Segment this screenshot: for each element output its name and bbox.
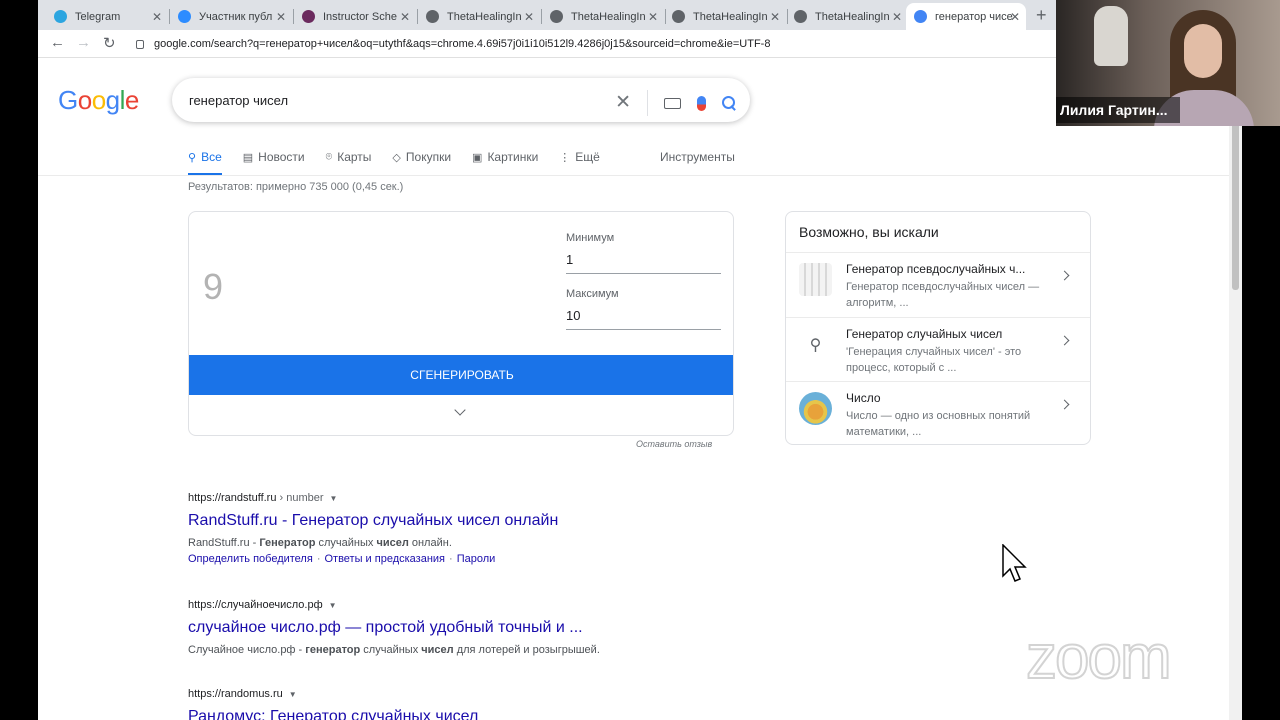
close-icon[interactable]: ✕ — [1010, 10, 1020, 24]
pin-icon: ⌾ — [325, 150, 333, 163]
tab-more[interactable]: ⋮ Ещё — [559, 142, 600, 172]
related-item[interactable]: Генератор псевдослучайных ч... Генератор… — [786, 253, 1090, 317]
address-bar[interactable]: google.com/search?q=генератор+чисел&oq=u… — [130, 33, 1060, 55]
thumbnail-image — [799, 263, 832, 296]
new-tab-icon[interactable]: + — [1036, 5, 1047, 26]
tab-theta-3[interactable]: ThetaHealingIn ✕ — [664, 3, 786, 30]
close-icon[interactable]: ✕ — [152, 10, 162, 24]
google-logo[interactable]: Google — [58, 85, 139, 116]
chevron-right-icon — [1059, 270, 1070, 281]
participant-video: Лилия Гартин... — [1056, 0, 1280, 126]
tab-telegram[interactable]: Telegram ✕ — [46, 3, 168, 30]
min-field[interactable]: Минимум 1 — [566, 232, 721, 274]
result-url[interactable]: https://randstuff.ru › number ▼ — [188, 492, 748, 504]
tab-theta-4[interactable]: ThetaHealingIn ✕ — [786, 3, 908, 30]
random-number-generator: 9 Минимум 1 Максимум 10 СГЕНЕРИРОВАТЬ — [188, 211, 734, 436]
search-result: https://randstuff.ru › number ▼ RandStuff… — [188, 492, 748, 565]
close-icon[interactable]: ✕ — [276, 10, 286, 24]
sitelinks: Определить победителя · Ответы и предсказа… — [188, 553, 496, 565]
back-icon[interactable]: ← — [50, 34, 65, 51]
search-icon: ⚲ — [809, 336, 822, 354]
related-searches-panel: Возможно, вы искали Генератор псевдослуч… — [785, 211, 1091, 445]
tab-images[interactable]: ▣ Картинки — [472, 142, 538, 172]
close-icon[interactable]: ✕ — [648, 10, 658, 24]
site-icon — [302, 10, 315, 23]
statue-image — [1094, 6, 1128, 66]
result-title[interactable]: RandStuff.ru - Генератор случайных чисел… — [188, 512, 748, 530]
reload-icon[interactable]: ↻ — [103, 34, 116, 52]
search-result: https://randomus.ru ▼ Рандомус: Генератор… — [188, 688, 748, 720]
close-icon[interactable]: ✕ — [770, 10, 780, 24]
tab-news[interactable]: ▤ Новости — [243, 142, 305, 172]
globe-icon — [794, 10, 807, 23]
tag-icon: ◇ — [392, 151, 401, 164]
lock-icon — [136, 39, 144, 49]
related-title: Возможно, вы искали — [799, 224, 939, 240]
tab-theta-2[interactable]: ThetaHealingIn ✕ — [542, 3, 664, 30]
feedback-link[interactable]: Оставить отзыв — [636, 439, 712, 449]
globe-icon — [672, 10, 685, 23]
tab-instructor[interactable]: Instructor Sche ✕ — [294, 3, 416, 30]
max-field[interactable]: Максимум 10 — [566, 288, 721, 330]
search-tabs: ⚲ Все ▤ Новости ⌾ Карты ◇ Покупки ▣ Картинки … — [188, 142, 621, 176]
sitelink[interactable]: Определить победителя — [188, 553, 313, 565]
tab-zoom[interactable]: Участник публ ✕ — [170, 3, 292, 30]
keyboard-icon[interactable] — [664, 97, 681, 109]
url-text: google.com/search?q=генератор+чисел&oq=u… — [154, 38, 771, 50]
tab-all[interactable]: ⚲ Все — [188, 142, 222, 176]
close-icon[interactable]: ✕ — [400, 10, 410, 24]
result-url[interactable]: https://randomus.ru ▼ — [188, 688, 748, 700]
result-url[interactable]: https://случайноечисло.рф ▼ — [188, 599, 748, 611]
search-icon: ⚲ — [188, 151, 197, 164]
clear-icon[interactable]: ✕ — [615, 93, 631, 112]
telegram-icon — [54, 10, 67, 23]
tab-theta-1[interactable]: ThetaHealingIn ✕ — [418, 3, 540, 30]
max-input[interactable]: 10 — [566, 308, 721, 330]
search-query: генератор чисел — [189, 92, 289, 108]
google-results-page: Google генератор чисел ✕ ⚲ Все ▤ Новости ⌾… — [38, 58, 1242, 720]
related-item[interactable]: ⚲ Генератор случайных чисел 'Генерация с… — [786, 318, 1090, 382]
search-result: https://случайноечисло.рф ▼ случайное чис… — [188, 599, 748, 656]
image-icon: ▣ — [472, 151, 483, 164]
tools-button[interactable]: Инструменты — [660, 150, 735, 164]
result-snippet: RandStuff.ru - Генератор случайных чисел… — [188, 537, 452, 549]
tab-google-search[interactable]: генератор чисе ✕ — [906, 3, 1026, 30]
google-icon — [914, 10, 927, 23]
globe-icon — [426, 10, 439, 23]
generate-button[interactable]: СГЕНЕРИРОВАТЬ — [189, 355, 733, 395]
participant-name: Лилия Гартин... — [1056, 97, 1180, 123]
caret-down-icon[interactable]: ▼ — [329, 601, 337, 610]
chevron-down-icon[interactable] — [454, 404, 466, 416]
min-input[interactable]: 1 — [566, 252, 721, 274]
caret-down-icon[interactable]: ▼ — [289, 690, 297, 699]
sitelink[interactable]: Ответы и предсказания — [324, 553, 445, 565]
thumbnail-image — [799, 392, 832, 425]
sitelink[interactable]: Пароли — [457, 553, 496, 565]
microphone-icon[interactable] — [697, 95, 706, 111]
result-snippet: Случайное число.рф - генератор случайных… — [188, 644, 600, 656]
zoom-watermark: zoom — [1025, 622, 1173, 693]
news-icon: ▤ — [242, 151, 254, 164]
zoom-icon — [178, 10, 191, 23]
search-icon[interactable] — [722, 96, 736, 110]
tab-maps[interactable]: ⌾ Карты — [326, 142, 372, 172]
close-icon[interactable]: ✕ — [892, 10, 902, 24]
result-stats: Результатов: примерно 735 000 (0,45 сек.… — [188, 181, 404, 193]
caret-down-icon[interactable]: ▼ — [330, 494, 338, 503]
generated-number: 9 — [203, 266, 224, 307]
tab-shopping[interactable]: ◇ Покупки — [392, 142, 451, 172]
result-title[interactable]: Рандомус: Генератор случайных чисел — [188, 708, 748, 720]
search-input[interactable]: генератор чисел ✕ — [172, 78, 750, 122]
related-item[interactable]: Число Число — одно из основных понятий м… — [786, 382, 1090, 446]
scrollbar-thumb[interactable] — [1232, 120, 1239, 290]
close-icon[interactable]: ✕ — [524, 10, 534, 24]
more-icon: ⋮ — [559, 151, 571, 164]
result-title[interactable]: случайное число.рф — простой удобный точ… — [188, 619, 748, 637]
chevron-right-icon — [1059, 399, 1070, 410]
forward-icon[interactable]: → — [76, 34, 91, 51]
globe-icon — [550, 10, 563, 23]
chevron-right-icon — [1059, 335, 1070, 346]
